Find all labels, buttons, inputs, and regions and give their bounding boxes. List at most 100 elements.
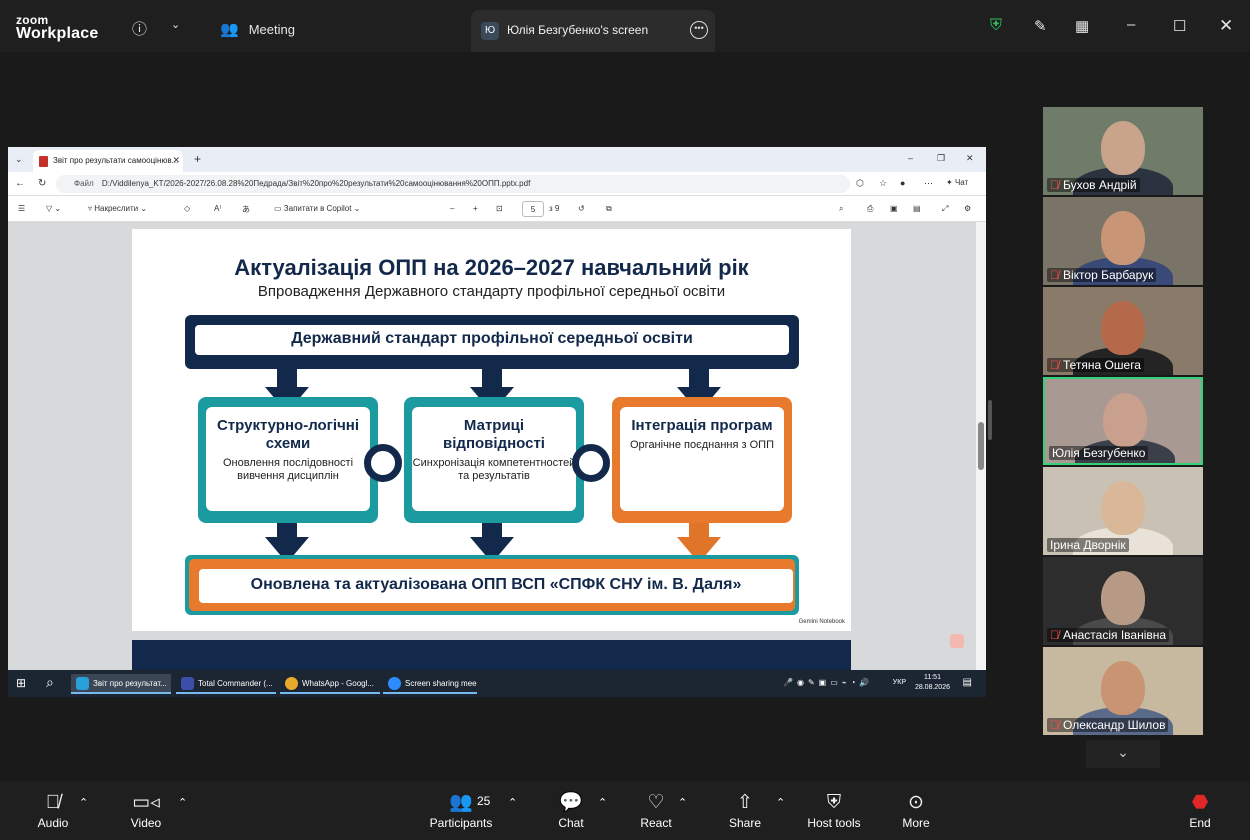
zoom-in-icon[interactable]: + [473,204,478,213]
tile-face [1101,301,1145,355]
people-icon: 👥 [220,21,239,38]
close-icon[interactable]: ✕ [1219,16,1233,36]
windows-start-icon[interactable]: ⊞ [16,676,26,690]
url-text: D:/Viddilenya_KT/2026-2027/26.08.28%20Пе… [101,179,531,188]
share-button[interactable]: ⇧ Share [726,790,764,830]
settings-icon[interactable]: ⚙ [964,204,971,213]
audio-options-chevron-icon[interactable]: ⌃ [79,796,88,809]
gallery-scroll-down-icon[interactable]: ⌄ [1086,740,1160,768]
participant-tile[interactable]: 🎙̸ Бухов Андрій [1043,107,1203,195]
save-icon[interactable]: ▣ [890,204,898,213]
translate-icon[interactable]: あ [242,204,250,215]
scrollbar-thumb[interactable] [978,422,984,470]
page-view-icon[interactable]: ⧉ [606,204,612,214]
extensions-icon[interactable]: ⬡ [856,178,864,189]
notifications-icon[interactable]: ▤ [963,677,972,688]
magic-wand-icon[interactable]: ✎ [1034,17,1047,35]
browser-menu-icon[interactable]: ⋯ [924,178,933,189]
browser-close-icon[interactable]: ✕ [966,153,974,164]
shield-icon: ⛨ [826,792,842,813]
save-as-icon[interactable]: ▤ [913,204,921,213]
participant-tile[interactable]: 🎙̸ Віктор Барбарук [1043,197,1203,285]
share-options-chevron-icon[interactable]: ⌃ [776,796,785,809]
pdf-badge-icon [950,634,964,648]
taskbar-clock[interactable]: 11:51 28.08.2026 [915,673,950,693]
pdf-scrollbar[interactable] [976,222,986,670]
meeting-controls: 🎙̸ Audio ⌃ ▭◃ Video ⌃ 👥 Participants 25 … [0,782,1250,840]
browser-minimize-icon[interactable]: – [908,153,913,163]
audio-button[interactable]: 🎙̸ Audio [33,790,73,830]
participant-tile[interactable]: Ірина Дворнік [1043,467,1203,555]
taskbar-item-total-commander[interactable]: Total Commander (... [176,674,276,694]
copilot-chat-button[interactable]: ✦ Чат [946,178,968,187]
browser-tab[interactable]: Звіт про результати самооцінюв... ✕ [33,150,183,172]
tab-list-icon[interactable]: ⌄ [15,154,23,165]
meeting-tab[interactable]: 👥 Meeting [220,20,295,38]
copilot-ask-button[interactable]: ▭ Запитати в Copilot ⌄ [274,204,360,213]
chat-options-chevron-icon[interactable]: ⌃ [598,796,607,809]
taskbar-item-label: Звіт про результат... [93,679,167,688]
draw-button[interactable]: ▿ Накреслити ⌄ [88,204,147,213]
fullscreen-icon[interactable]: ⤢ [942,204,948,214]
card-desc: Оновлення послідовності вивчення дисципл… [222,457,354,482]
share-screen-tab[interactable]: Ю Юлія Безгубенко's screen ••• [471,10,715,52]
participant-tile[interactable]: 🎙̸ Анастасія Іванівна [1043,557,1203,645]
taskbar-item-whatsapp[interactable]: WhatsApp - Googl... [280,674,380,694]
participant-tile[interactable]: 🎙̸ Олександр Шилов [1043,647,1203,735]
refresh-icon[interactable]: ↻ [38,178,46,189]
share-label: Share [728,816,762,830]
zoom-out-icon[interactable]: – [450,204,454,213]
chat-button[interactable]: 💬 Chat [552,790,590,830]
participants-count-badge: 25 [477,794,491,808]
new-tab-icon[interactable]: + [194,152,201,166]
participant-tile[interactable]: 🎙̸ Тетяна Ошега [1043,287,1203,375]
search-icon[interactable]: ⌕ [839,204,843,214]
panel-resize-handle[interactable] [988,400,992,440]
more-button[interactable]: ⊙ More [897,790,935,830]
host-tools-button[interactable]: ⛨ Host tools [804,790,864,830]
search-icon[interactable]: ⌕ [46,674,54,691]
video-options-chevron-icon[interactable]: ⌃ [178,796,187,809]
browser-restore-icon[interactable]: ❐ [937,153,945,164]
info-icon[interactable]: ⓘ [132,18,147,39]
participants-options-chevron-icon[interactable]: ⌃ [508,796,517,809]
standard-box-text: Державний стандарт профільної середньої … [195,325,789,355]
participant-name-label: 🎙̸ Анастасія Іванівна [1047,628,1170,642]
shield-check-icon[interactable]: ⛨ [990,17,1002,35]
rotate-icon[interactable]: ↺ [578,204,585,213]
react-options-chevron-icon[interactable]: ⌃ [678,796,687,809]
contents-icon[interactable]: ☰ [18,204,25,213]
mic-muted-icon: 🎙̸ [1050,358,1059,372]
page-number-input[interactable]: 5 [522,201,544,217]
minimize-icon[interactable]: – [1127,16,1135,33]
chat-bubble-icon: 💬 [559,792,583,813]
result-box-text: Оновлена та актуалізована ОПП ВСП «СПФК … [199,569,793,603]
highlight-icon[interactable]: ▽ ⌄ [46,204,61,213]
end-meeting-button[interactable]: ⬣ End [1182,790,1218,830]
language-indicator[interactable]: УКР [893,679,906,686]
shared-screen[interactable]: ⌄ Звіт про результати самооцінюв... ✕ + … [8,147,986,697]
taskbar-item-edge[interactable]: Звіт про результат... [71,674,171,694]
browser-tab-title: Звіт про результати самооцінюв... [53,156,179,165]
taskbar-item-label: Total Commander (... [198,679,273,688]
back-icon[interactable]: ← [15,178,25,189]
video-button[interactable]: ▭◃ Video [124,790,168,830]
chevron-down-icon[interactable]: ⌄ [171,18,180,31]
view-layout-icon[interactable]: ▦ [1075,17,1089,35]
react-button[interactable]: ♡ React [637,790,675,830]
address-bar[interactable]: Файл D:/Viddilenya_KT/2026-2027/26.08.28… [56,175,850,193]
eraser-icon[interactable]: ◇ [184,204,190,213]
maximize-icon[interactable]: ☐ [1173,17,1186,35]
camera-icon: ▭◃ [132,792,160,813]
print-icon[interactable]: ⎙ [867,204,873,214]
taskbar-item-zoom[interactable]: Screen sharing mee... [383,674,477,694]
more-dots-icon: ⊙ [908,792,924,813]
more-options-icon[interactable]: ••• [690,21,708,39]
favorites-icon[interactable]: ☆ [879,178,887,189]
tray-icons[interactable]: 🎤◉✎▣▭⌁◔🔊 [783,678,873,687]
close-tab-icon[interactable]: ✕ [172,155,180,166]
profile-icon[interactable]: ● [900,178,905,188]
fit-page-icon[interactable]: ⊡ [496,204,503,213]
read-aloud-icon[interactable]: A⁾ [214,204,221,213]
participant-tile-active-speaker[interactable]: Юлія Безгубенко [1043,377,1203,465]
